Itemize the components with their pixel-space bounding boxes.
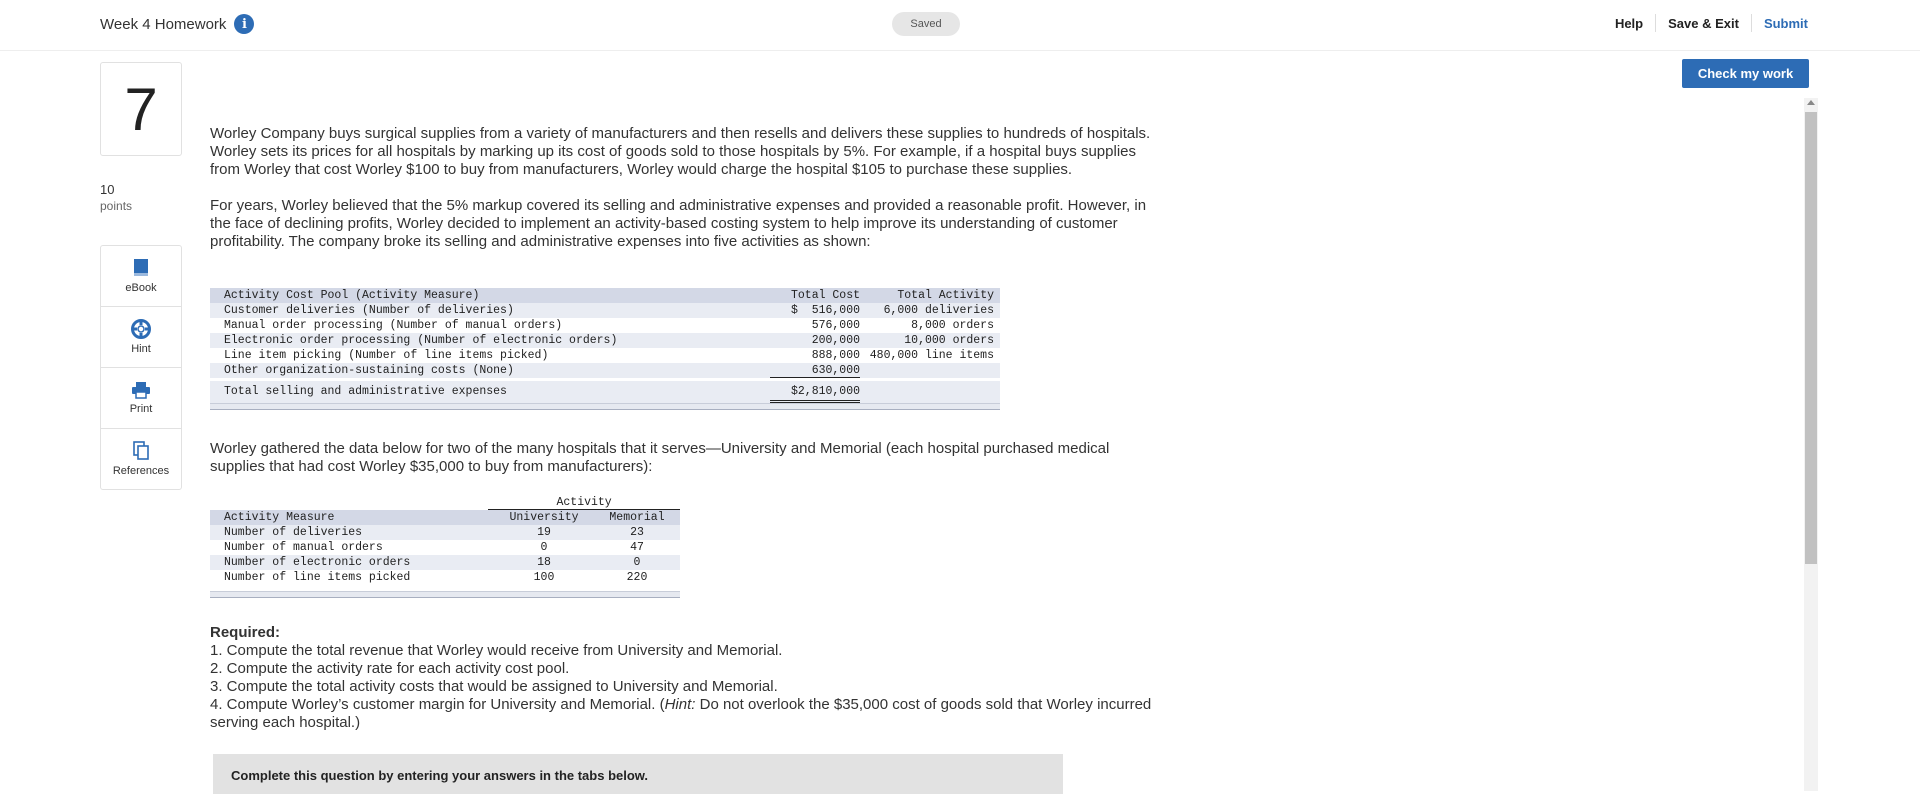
book-icon: [134, 259, 148, 276]
table-cell: 8,000 orders: [911, 319, 994, 332]
table-cell: 220: [626, 571, 648, 584]
item4-text: 4. Compute Worley’s customer margin for …: [210, 696, 665, 713]
header-cell: University: [509, 511, 579, 524]
table-cell: [860, 363, 994, 378]
table-cell: 10,000 orders: [904, 334, 994, 347]
table-cell: Customer deliveries (Number of deliverie…: [224, 304, 514, 317]
table-cell: Number of deliveries: [224, 526, 363, 539]
table-row: Number of manual orders 0 47: [210, 540, 680, 555]
page-scrollbar[interactable]: [1804, 98, 1818, 791]
tabs-instruction: Complete this question by entering your …: [231, 768, 649, 783]
references-button[interactable]: References: [101, 429, 181, 489]
print-label: Print: [129, 403, 153, 415]
table-cell: 47: [630, 541, 644, 554]
table-header-row: Activity Cost Pool (Activity Measure) To…: [210, 288, 1000, 303]
item4-hint-label: Hint:: [664, 696, 696, 713]
table-cell: Line item picking (Number of line items …: [224, 349, 549, 362]
required-item: 3. Compute the total activity costs that…: [210, 678, 778, 695]
help-link[interactable]: Help: [1603, 16, 1655, 31]
save-exit-link[interactable]: Save & Exit: [1656, 16, 1751, 31]
header-cell: Memorial: [609, 511, 665, 524]
header-cell: Activity Measure: [224, 511, 335, 524]
header-cell: Total Cost: [790, 289, 860, 302]
required-item: 2. Compute the activity rate for each ac…: [210, 660, 570, 677]
scroll-thumb[interactable]: [1805, 112, 1817, 564]
copy-icon: [133, 441, 149, 460]
info-icon[interactable]: i: [234, 14, 255, 34]
table-row: Other organization-sustaining costs (Non…: [210, 363, 1000, 378]
table-row: Number of deliveries 19 23: [210, 525, 680, 540]
ebook-button[interactable]: eBook: [101, 246, 181, 307]
question-tools: eBook Hint Print References: [100, 245, 182, 490]
table-cell: 630,000: [770, 363, 860, 378]
table-row: Line item picking (Number of line items …: [210, 348, 1000, 363]
table-cell: [224, 495, 488, 510]
top-actions: Help Save & Exit Submit: [1603, 14, 1808, 32]
scroll-up-arrow-icon[interactable]: [1807, 100, 1815, 105]
table-cell: 18: [537, 556, 551, 569]
saved-status-badge: Saved: [892, 12, 960, 36]
hospital-activity-table: Activity Activity Measure University Mem…: [210, 495, 680, 598]
submit-link[interactable]: Submit: [1752, 16, 1808, 31]
table-footer-rule: [210, 591, 680, 598]
check-my-work-button[interactable]: Check my work: [1682, 59, 1809, 88]
hospital-data-paragraph: Worley gathered the data below for two o…: [210, 440, 1110, 475]
table-cell: Manual order processing (Number of manua…: [224, 319, 563, 332]
hint-label: Hint: [131, 343, 151, 355]
table-row: Number of electronic orders 18 0: [210, 555, 680, 570]
assignment-title-text: Week 4 Homework: [100, 15, 227, 33]
table-cell: 576,000: [811, 319, 860, 332]
answer-tabs-panel: Complete this question by entering your …: [213, 754, 1063, 794]
top-bar: Week 4 Homework i Saved Help Save & Exit…: [0, 0, 1920, 51]
assignment-title: Week 4 Homework i: [100, 14, 255, 34]
table-cell: 23: [630, 526, 644, 539]
table-row: Electronic order processing (Number of e…: [210, 333, 1000, 348]
table-cell: 480,000 line items: [869, 349, 994, 362]
table-footer-rule: [210, 403, 1000, 410]
table-cell: Electronic order processing (Number of e…: [224, 334, 618, 347]
references-label: References: [112, 465, 170, 477]
table-row: Customer deliveries (Number of deliverie…: [210, 303, 1000, 318]
table-cell: Number of electronic orders: [224, 556, 411, 569]
table-cell: Number of line items picked: [224, 571, 411, 584]
table-cell: 100: [533, 571, 555, 584]
total-label: Total selling and administrative expense…: [224, 385, 507, 398]
table-cell: 0: [540, 541, 548, 554]
ebook-label: eBook: [125, 282, 157, 294]
abc-paragraph: For years, Worley believed that the 5% m…: [210, 197, 1147, 250]
header-cell: Activity Cost Pool (Activity Measure): [224, 289, 480, 302]
points-label: points: [100, 199, 133, 213]
table-cell: 6,000 deliveries: [883, 304, 994, 317]
required-item: 1. Compute the total revenue that Worley…: [210, 642, 783, 659]
table-cell: [860, 381, 994, 403]
table-group-header-row: Activity: [210, 495, 680, 510]
intro-paragraph: Worley Company buys surgical supplies fr…: [210, 125, 1151, 178]
question-body: Worley Company buys surgical supplies fr…: [210, 125, 1160, 269]
table-row: Manual order processing (Number of manua…: [210, 318, 1000, 333]
table-cell: 19: [537, 526, 551, 539]
total-value: $2,810,000: [770, 381, 860, 403]
printer-icon: [132, 382, 150, 399]
table-total-row: Total selling and administrative expense…: [210, 381, 1000, 403]
table-cell: 200,000: [811, 334, 860, 347]
question-number: 7: [100, 62, 182, 156]
activity-cost-pool-table: Activity Cost Pool (Activity Measure) To…: [210, 288, 1000, 410]
required-item-4: 4. Compute Worley’s customer margin for …: [210, 696, 1170, 732]
print-button[interactable]: Print: [101, 368, 181, 429]
table-cell: $ 516,000: [790, 304, 860, 317]
points-value: 10: [100, 182, 115, 197]
activity-group-header: Activity: [488, 495, 680, 510]
points-info: 10 points: [100, 182, 132, 214]
header-cell: Total Activity: [897, 289, 994, 302]
table-cell: Number of manual orders: [224, 541, 383, 554]
hint-button[interactable]: Hint: [101, 307, 181, 368]
required-section: Required: 1. Compute the total revenue t…: [210, 624, 1170, 732]
table-cell: 888,000: [811, 349, 860, 362]
lifebuoy-icon: [131, 319, 151, 339]
table-cell: Other organization-sustaining costs (Non…: [224, 364, 514, 377]
table-cell: 0: [633, 556, 641, 569]
required-title: Required:: [210, 624, 281, 641]
table-row: Number of line items picked 100 220: [210, 570, 680, 585]
table-header-row: Activity Measure University Memorial: [210, 510, 680, 525]
